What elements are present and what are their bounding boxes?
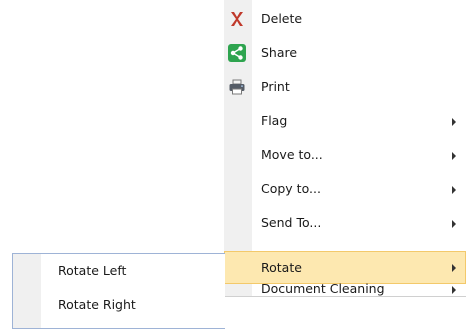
menu-item-label: Send To... bbox=[261, 215, 322, 230]
menu-item-print[interactable]: Print bbox=[224, 70, 466, 104]
menu-item-label: Print bbox=[261, 79, 290, 94]
context-menu: Delete Share Print Flag Move to... Copy … bbox=[224, 0, 466, 297]
submenu-arrow-icon bbox=[452, 118, 456, 126]
menu-item-label: Flag bbox=[261, 113, 288, 128]
submenu-item-label: Rotate Right bbox=[58, 297, 136, 312]
menu-item-share[interactable]: Share bbox=[224, 36, 466, 70]
menu-item-move-to[interactable]: Move to... bbox=[224, 138, 466, 172]
menu-item-label: Delete bbox=[261, 11, 303, 26]
menu-item-send-to[interactable]: Send To... bbox=[224, 206, 466, 240]
printer-icon bbox=[228, 78, 246, 96]
screen: Delete Share Print Flag Move to... Copy … bbox=[0, 0, 466, 329]
rotate-submenu: Rotate Left Rotate Right bbox=[12, 253, 225, 329]
submenu-arrow-icon bbox=[452, 186, 456, 194]
submenu-arrow-icon bbox=[452, 152, 456, 160]
submenu-item-rotate-right[interactable]: Rotate Right bbox=[13, 288, 225, 322]
menu-item-copy-to[interactable]: Copy to... bbox=[224, 172, 466, 206]
submenu-arrow-icon bbox=[452, 264, 456, 272]
menu-item-label: Document Cleaning bbox=[261, 281, 385, 296]
submenu-arrow-icon bbox=[452, 220, 456, 228]
submenu-item-rotate-left[interactable]: Rotate Left bbox=[13, 254, 225, 288]
menu-item-label: Move to... bbox=[261, 147, 323, 162]
menu-item-document-cleaning[interactable]: Document Cleaning bbox=[224, 281, 466, 297]
delete-x-icon bbox=[228, 10, 246, 28]
submenu-item-label: Rotate Left bbox=[58, 263, 127, 278]
submenu-arrow-icon bbox=[452, 286, 456, 294]
menu-item-delete[interactable]: Delete bbox=[224, 2, 466, 36]
menu-item-label: Copy to... bbox=[261, 181, 321, 196]
menu-item-flag[interactable]: Flag bbox=[224, 104, 466, 138]
menu-item-label: Share bbox=[261, 45, 298, 60]
share-icon bbox=[228, 44, 246, 62]
